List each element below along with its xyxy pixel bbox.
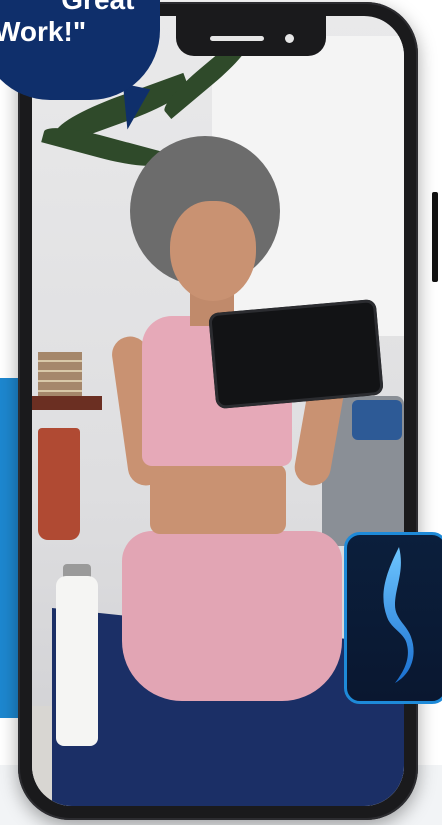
- flame-logo-icon: [383, 547, 414, 683]
- app-icon[interactable]: [344, 532, 442, 704]
- speech-bubble-line-2: Work!": [0, 16, 87, 47]
- speech-bubble-line-1: "Great: [48, 0, 140, 16]
- shelf: [32, 396, 102, 410]
- speaker-grille: [210, 36, 264, 41]
- speech-bubble-text: "Great Work!": [0, 0, 140, 48]
- front-camera: [285, 34, 294, 43]
- towel: [352, 400, 402, 440]
- woman-legs: [122, 531, 342, 701]
- plant-pot: [38, 428, 80, 540]
- woman-torso: [150, 464, 286, 534]
- woman-face: [170, 201, 256, 301]
- tablet-device: [208, 298, 384, 410]
- books: [38, 352, 82, 396]
- water-bottle: [56, 576, 98, 746]
- power-button: [432, 192, 438, 282]
